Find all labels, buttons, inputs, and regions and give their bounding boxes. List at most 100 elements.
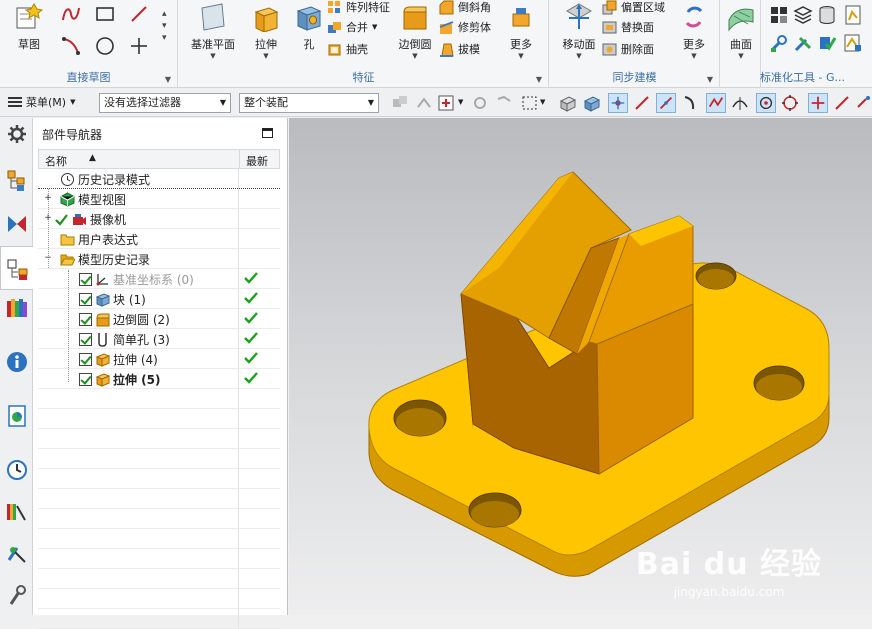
collapse-icon[interactable]: − (44, 254, 52, 263)
tools-icon[interactable] (792, 32, 814, 54)
select-feature-icon[interactable] (414, 93, 434, 113)
snap-intersection-icon[interactable] (808, 93, 828, 113)
sketch-button[interactable]: 草图 (4, 0, 54, 62)
draft-button[interactable]: 拔模 (439, 39, 480, 59)
roles-icon[interactable] (5, 542, 29, 566)
database-icon[interactable] (816, 4, 838, 26)
unite-button[interactable]: 合并 ▼ (327, 17, 377, 37)
dropdown-arrow[interactable]: ▼ (554, 52, 604, 60)
visibility-checkbox[interactable] (79, 333, 92, 346)
sketch-gallery-scroll[interactable]: ▴ ▾ ▾ (162, 8, 167, 44)
tree-row-block[interactable]: 块 (1) (38, 289, 280, 309)
snap-more-icon[interactable] (854, 93, 872, 113)
curve-icon[interactable] (60, 3, 82, 25)
dropdown-arrow[interactable]: ▼ (540, 98, 545, 106)
select-body-icon[interactable] (558, 93, 578, 113)
dropdown-arrow[interactable]: ▼ (372, 23, 377, 31)
dropdown-arrow[interactable]: ▼ (185, 52, 241, 60)
maximize-icon[interactable] (262, 128, 273, 138)
tree-row-camera[interactable]: + 摄像机 (38, 209, 280, 229)
visibility-checkbox[interactable] (79, 273, 92, 286)
tree-row-extrude-5[interactable]: 拉伸 (5) (38, 369, 280, 389)
snap-select-icon[interactable] (436, 93, 456, 113)
tool-icon[interactable] (768, 4, 790, 26)
layers-icon[interactable] (792, 4, 814, 26)
expand-icon[interactable]: + (44, 214, 52, 223)
snap-polyline-icon[interactable] (706, 93, 726, 113)
datum-plane-button[interactable]: 基准平面 ▼ (185, 0, 241, 62)
dropdown-arrow[interactable]: ▼ (672, 52, 716, 60)
column-header-latest[interactable]: 最新 (246, 153, 268, 169)
select-component-icon[interactable] (390, 93, 410, 113)
select-tangent-icon[interactable] (470, 93, 490, 113)
settings-icon[interactable] (5, 122, 29, 146)
check-tool-icon[interactable] (816, 32, 838, 54)
column-header-name[interactable]: 名称 (45, 153, 67, 169)
graphics-window[interactable]: Bai du 经验 jingyan.baidu.com (289, 118, 872, 615)
expand-icon[interactable]: + (44, 194, 52, 203)
tree-row-user-expressions[interactable]: 用户表达式 (38, 229, 280, 249)
palette-icon[interactable] (5, 500, 29, 524)
tools-icon[interactable] (5, 584, 29, 608)
info-icon[interactable] (5, 350, 29, 374)
dropdown-arrow[interactable]: ▼ (241, 52, 291, 60)
move-face-button[interactable]: 移动面 ▼ (554, 0, 604, 62)
select-region-icon[interactable] (494, 93, 514, 113)
group-expand-arrow[interactable]: ▼ (707, 75, 713, 84)
snap-center-icon[interactable] (756, 93, 776, 113)
assembly-navigator-icon[interactable] (5, 168, 29, 192)
snap-curve-icon[interactable] (632, 93, 652, 113)
extrude-button[interactable]: 拉伸 ▼ (241, 0, 291, 62)
tree-row-extrude-4[interactable]: 拉伸 (4) (38, 349, 280, 369)
tree-row-model-views[interactable]: + 模型视图 (38, 189, 280, 209)
tree-row-simple-hole[interactable]: 简单孔 (3) (38, 329, 280, 349)
tree-row-edge-blend[interactable]: 边倒圆 (2) (38, 309, 280, 329)
menu-button[interactable]: 菜单(M) ▼ (8, 94, 75, 110)
rectangle-select-icon[interactable] (520, 93, 540, 113)
rectangle-icon[interactable] (94, 3, 116, 25)
edge-blend-button[interactable]: 边倒圆 ▼ (393, 0, 437, 62)
dropdown-arrow[interactable]: ▼ (721, 52, 761, 60)
group-expand-arrow[interactable]: ▼ (536, 75, 542, 84)
wrench-icon[interactable] (768, 32, 790, 54)
replace-face-button[interactable]: 替换面 (602, 17, 654, 37)
snap-tangent-icon[interactable] (730, 93, 750, 113)
surface-button[interactable]: 曲面 ▼ (721, 0, 761, 62)
arc-icon[interactable] (60, 35, 82, 57)
more-sync-button[interactable]: 更多 ▼ (672, 0, 716, 62)
group-expand-arrow[interactable]: ▼ (165, 75, 171, 84)
snap-quadrant-icon[interactable] (780, 93, 800, 113)
part-navigator-tab[interactable] (0, 246, 33, 290)
visibility-checkbox[interactable] (79, 353, 92, 366)
hole-button[interactable]: 孔 (291, 0, 327, 62)
select-solid-icon[interactable] (582, 93, 602, 113)
snap-endpoint-icon[interactable] (608, 93, 628, 113)
visibility-checkbox[interactable] (79, 313, 92, 326)
tree-row-datum-csys[interactable]: 基准坐标系 (0) (38, 269, 280, 289)
trim-body-button[interactable]: 修剪体 (439, 17, 491, 37)
delete-face-button[interactable]: 删除面 (602, 39, 654, 59)
snap-arc-icon[interactable] (680, 93, 700, 113)
selection-scope-select[interactable]: 整个装配 ▼ (239, 93, 379, 113)
constraint-navigator-icon[interactable] (5, 212, 29, 236)
document-icon[interactable] (842, 4, 864, 26)
more-feature-button[interactable]: 更多 ▼ (499, 0, 543, 62)
tree-row-model-history[interactable]: − 模型历史记录 (38, 249, 280, 269)
sort-ascending-icon[interactable]: ▲ (89, 153, 96, 163)
circle-icon[interactable] (94, 35, 116, 57)
point-icon[interactable] (128, 35, 150, 57)
column-divider[interactable] (239, 150, 240, 168)
snap-line-icon[interactable] (832, 93, 852, 113)
dropdown-arrow[interactable]: ▼ (499, 52, 543, 60)
offset-region-button[interactable]: 偏置区域 (602, 0, 665, 17)
web-browser-icon[interactable] (5, 404, 29, 428)
line-icon[interactable] (128, 3, 150, 25)
history-icon[interactable] (5, 458, 29, 482)
dropdown-arrow[interactable]: ▼ (458, 98, 463, 106)
pattern-feature-button[interactable]: 阵列特征 (327, 0, 390, 17)
visibility-checkbox[interactable] (79, 293, 92, 306)
snap-midpoint-icon[interactable] (656, 93, 676, 113)
drawing-icon[interactable] (842, 32, 864, 54)
dropdown-arrow[interactable]: ▼ (393, 52, 437, 60)
reuse-library-icon[interactable] (5, 296, 29, 320)
